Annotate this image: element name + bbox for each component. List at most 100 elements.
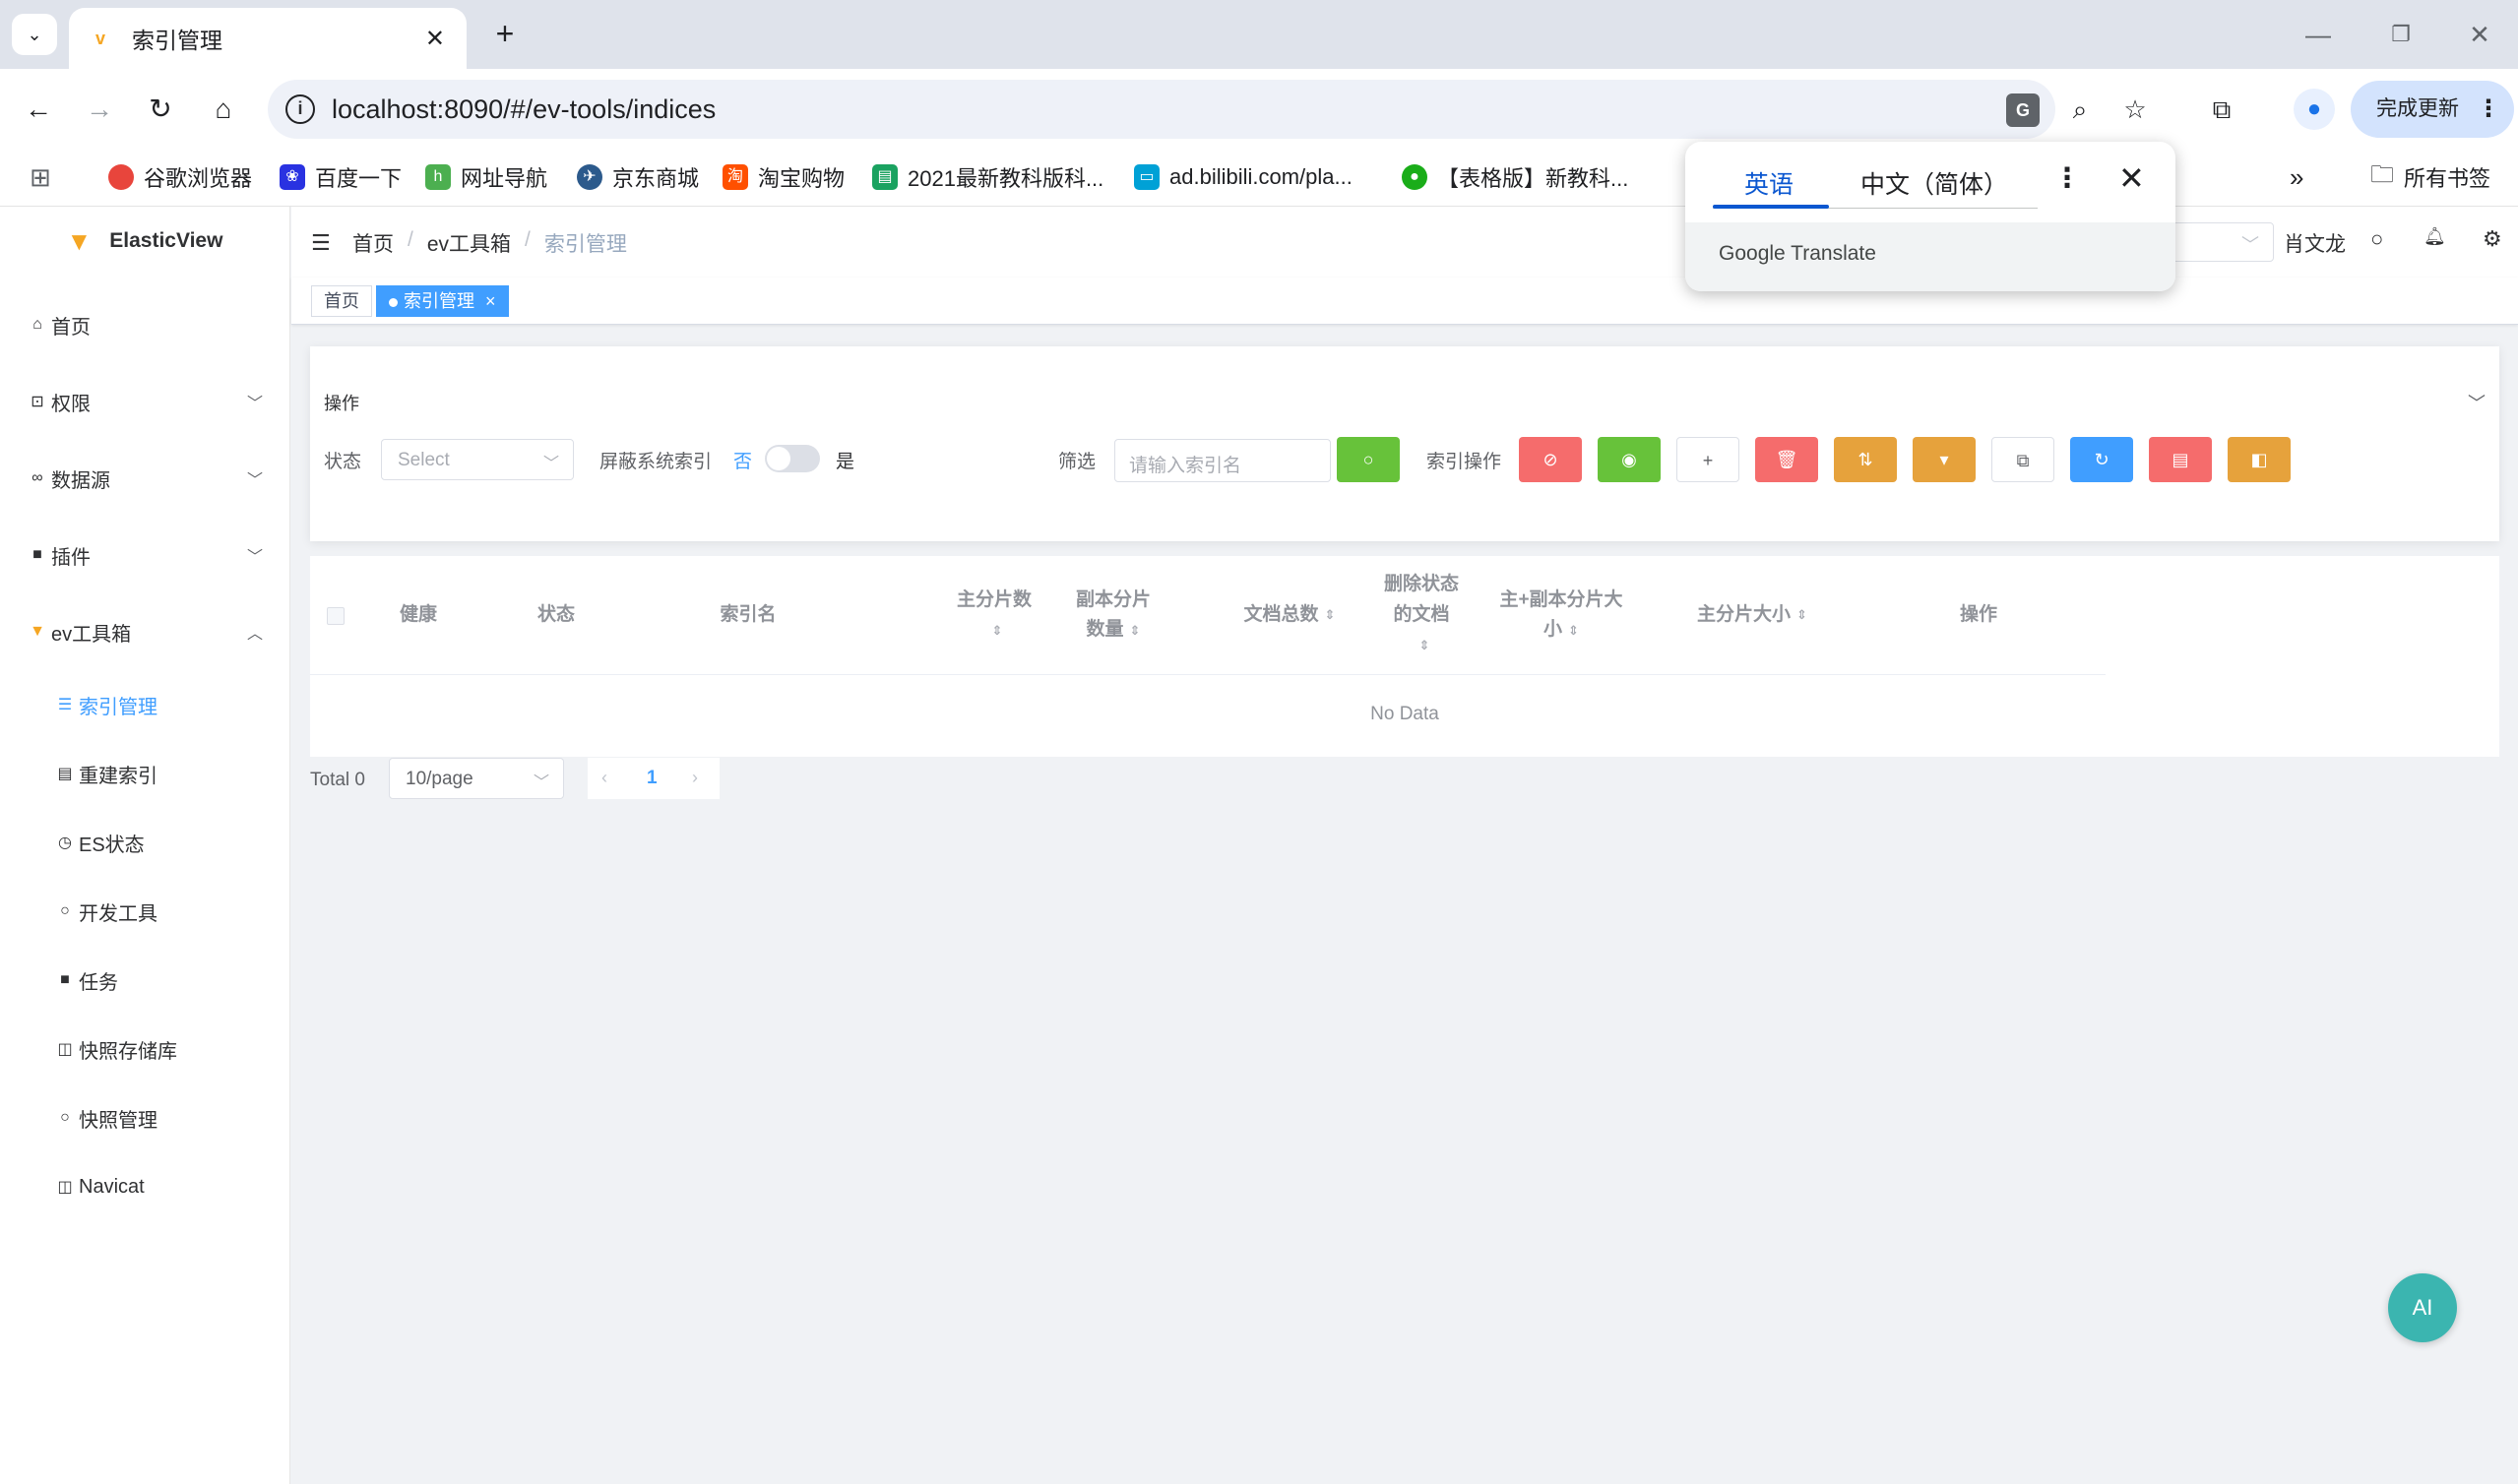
sidebar-item-datasource[interactable]: ∞ 数据源 ﹀ bbox=[0, 449, 290, 508]
refresh-index-button[interactable]: ↻ bbox=[2070, 437, 2133, 482]
document-icon: ▤ bbox=[2172, 450, 2189, 469]
column-header-total-size[interactable]: 主+副本分片大小 ⇕ bbox=[1487, 556, 1635, 674]
current-page[interactable]: 1 bbox=[647, 768, 658, 789]
flush-index-button[interactable]: ⇅ bbox=[1834, 437, 1897, 482]
tag-close-icon[interactable]: × bbox=[485, 291, 496, 311]
add-index-button[interactable]: + bbox=[1676, 437, 1739, 482]
breadcrumb-item-current: 索引管理 bbox=[543, 233, 627, 256]
copy-index-button[interactable]: ⧉ bbox=[1991, 437, 2054, 482]
settings-icon[interactable]: ⚙ bbox=[2483, 226, 2502, 252]
sidebar-item-index-management[interactable]: ☰ 索引管理 bbox=[0, 675, 290, 734]
forcemerge-index-button[interactable]: ▾ bbox=[1913, 437, 1976, 482]
close-index-button[interactable]: ⊘ bbox=[1519, 437, 1582, 482]
update-button[interactable]: 完成更新 ⋮ bbox=[2351, 81, 2514, 138]
translate-more-icon[interactable]: ⋮ bbox=[2053, 161, 2081, 194]
tag-home[interactable]: 首页 bbox=[311, 285, 372, 317]
column-header-doc-count[interactable]: 文档总数 ⇕ bbox=[1196, 556, 1383, 674]
apps-grid-icon[interactable]: ⊞ bbox=[30, 163, 57, 191]
sidebar-item-es-status[interactable]: ◷ ES状态 bbox=[0, 813, 290, 872]
search-icon[interactable]: ○ bbox=[2370, 226, 2383, 252]
clear-cache-button[interactable]: ◧ bbox=[2228, 437, 2291, 482]
sidebar-item-snapshot-repo[interactable]: ◫ 快照存储库 bbox=[0, 1020, 290, 1079]
sidebar-item-dev-tools[interactable]: ○ 开发工具 bbox=[0, 882, 290, 941]
minimize-window-icon[interactable]: — bbox=[2294, 14, 2343, 55]
translate-close-icon[interactable]: ✕ bbox=[2118, 159, 2145, 197]
sidebar-item-snapshot-management[interactable]: ○ 快照管理 bbox=[0, 1088, 290, 1147]
tab-close-icon[interactable]: ✕ bbox=[425, 25, 445, 53]
address-bar[interactable]: i localhost:8090/#/ev-tools/indices G bbox=[268, 80, 2055, 139]
profile-avatar-icon[interactable]: ● bbox=[2294, 89, 2335, 130]
datasource-select[interactable]: ﹀ bbox=[2166, 222, 2274, 262]
star-bookmark-icon[interactable]: ☆ bbox=[2114, 89, 2156, 130]
column-header-primary-size[interactable]: 主分片大小 ⇕ bbox=[1659, 556, 1846, 674]
restore-window-icon[interactable]: ❐ bbox=[2376, 14, 2425, 55]
bookmark-item[interactable]: h 网址导航 bbox=[425, 159, 547, 195]
sort-icon[interactable]: ⇕ bbox=[1796, 605, 1807, 626]
all-bookmarks-folder[interactable]: 🗀 所有书签 bbox=[2370, 159, 2490, 195]
export-index-button[interactable]: ▤ bbox=[2149, 437, 2212, 482]
bookmark-item[interactable]: 谷歌浏览器 bbox=[108, 159, 252, 195]
back-arrow-icon[interactable]: ← bbox=[18, 89, 59, 130]
app-logo[interactable]: ▼ ElasticView bbox=[0, 207, 289, 276]
url-text[interactable]: localhost:8090/#/ev-tools/indices bbox=[332, 94, 716, 125]
prev-page-icon[interactable]: ‹ bbox=[601, 768, 607, 788]
sort-icon[interactable]: ⇕ bbox=[1419, 638, 1430, 652]
new-tab-button[interactable]: + bbox=[484, 14, 526, 55]
column-header-deleted-docs[interactable]: 删除状态的文档 ⇕ bbox=[1367, 556, 1476, 674]
index-name-input[interactable]: 请输入索引名 bbox=[1114, 439, 1331, 482]
sidebar-item-ev-tools[interactable]: ▼ ev工具箱 ︿ bbox=[0, 602, 290, 661]
bookmark-item[interactable]: ● 【表格版】新教科... bbox=[1402, 159, 1628, 195]
close-window-icon[interactable]: ✕ bbox=[2455, 14, 2504, 55]
column-header-status[interactable]: 状态 bbox=[497, 556, 615, 674]
delete-index-button[interactable]: 🗑︎ bbox=[1755, 437, 1818, 482]
reload-icon[interactable]: ↻ bbox=[140, 89, 181, 130]
hide-system-index-switch[interactable] bbox=[765, 445, 820, 472]
sort-icon[interactable]: ⇕ bbox=[992, 623, 1003, 638]
translate-tab-chinese[interactable]: 中文（简体） bbox=[1860, 165, 2008, 201]
menu-fold-icon[interactable]: ☰ bbox=[311, 230, 331, 256]
search-icon: ○ bbox=[60, 902, 70, 919]
bookmark-item[interactable]: ▤ 2021最新教科版科... bbox=[872, 159, 1103, 195]
breadcrumb-item-ev-tools[interactable]: ev工具箱 bbox=[427, 228, 511, 258]
column-header-health[interactable]: 健康 bbox=[369, 556, 468, 674]
select-all-checkbox[interactable] bbox=[327, 607, 345, 625]
sort-icon[interactable]: ⇕ bbox=[1130, 623, 1141, 638]
column-header-primary-shards[interactable]: 主分片数 ⇕ bbox=[940, 556, 1048, 674]
chevron-down-icon: ﹀ bbox=[533, 774, 549, 791]
status-select[interactable]: Select ﹀ bbox=[381, 439, 574, 480]
sidebar-item-home[interactable]: ⌂ 首页 bbox=[0, 295, 290, 354]
browser-tab[interactable]: v 索引管理 ✕ bbox=[69, 8, 467, 69]
tag-index-management[interactable]: 索引管理 × bbox=[376, 285, 509, 317]
translate-icon[interactable]: G bbox=[2006, 93, 2040, 127]
chevron-down-icon[interactable]: ﹀ bbox=[2468, 390, 2486, 415]
sidebar-item-reindex[interactable]: ▤ 重建索引 bbox=[0, 744, 290, 803]
sidebar-item-permissions[interactable]: ⊡ 权限 ﹀ bbox=[0, 372, 290, 431]
column-header-replica-shards[interactable]: 副本分片数量 ⇕ bbox=[1054, 556, 1172, 674]
sidebar-item-navicat[interactable]: ◫ Navicat bbox=[0, 1157, 290, 1216]
page-size-select[interactable]: 10/page ﹀ bbox=[389, 758, 564, 799]
more-bookmarks-icon[interactable]: » bbox=[2290, 159, 2303, 195]
extensions-icon[interactable]: ⧉ bbox=[2201, 89, 2242, 130]
translate-tab-english[interactable]: 英语 bbox=[1744, 165, 1794, 201]
bookmark-item[interactable]: ❀ 百度一下 bbox=[280, 159, 402, 195]
forward-arrow-icon[interactable]: → bbox=[79, 89, 120, 130]
search-button[interactable]: ○ bbox=[1337, 437, 1400, 482]
tab-search-button[interactable]: ⌄ bbox=[12, 14, 57, 55]
zoom-icon[interactable]: ⌕ bbox=[2059, 89, 2101, 130]
sort-icon[interactable]: ⇕ bbox=[1568, 623, 1579, 638]
open-index-button[interactable]: ◉ bbox=[1598, 437, 1661, 482]
sidebar-item-plugins[interactable]: ■ 插件 ﹀ bbox=[0, 526, 290, 585]
bookmark-item[interactable]: ▭ ad.bilibili.com/pla... bbox=[1134, 159, 1353, 195]
next-page-icon[interactable]: › bbox=[692, 768, 698, 788]
sidebar-item-tasks[interactable]: ■ 任务 bbox=[0, 951, 290, 1010]
sort-icon[interactable]: ⇕ bbox=[1325, 605, 1336, 626]
bookmark-item[interactable]: 淘淘宝购物 bbox=[723, 159, 845, 195]
ai-assistant-button[interactable]: AI bbox=[2388, 1273, 2457, 1342]
bell-icon[interactable]: 🔔︎ bbox=[2424, 226, 2446, 247]
home-icon[interactable]: ⌂ bbox=[203, 89, 244, 130]
user-name[interactable]: 肖文龙 bbox=[2284, 228, 2346, 258]
site-info-icon[interactable]: i bbox=[285, 94, 315, 124]
breadcrumb-item-home[interactable]: 首页 bbox=[352, 228, 394, 258]
column-header-index-name[interactable]: 索引名 bbox=[645, 556, 851, 674]
bookmark-item[interactable]: ✈ 京东商城 bbox=[577, 159, 699, 195]
